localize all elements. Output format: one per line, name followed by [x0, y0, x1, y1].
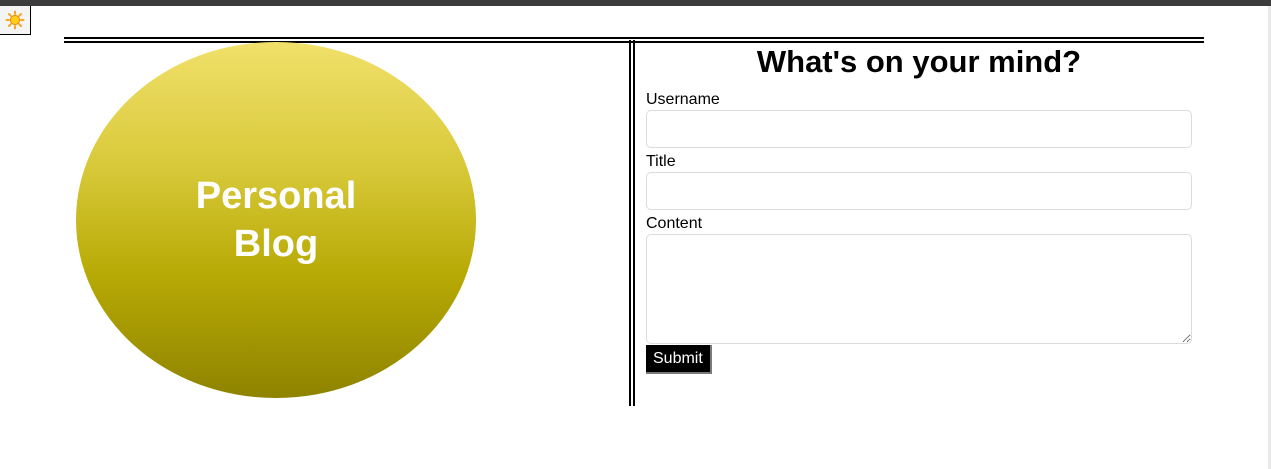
- title-input[interactable]: [646, 172, 1192, 210]
- sun-icon: [5, 10, 25, 30]
- content-label: Content: [646, 215, 703, 232]
- frame-divider: [629, 40, 635, 406]
- form-title: What's on your mind?: [756, 44, 1082, 79]
- theme-toggle-button[interactable]: [0, 6, 31, 35]
- blog-logo-line1: Personal: [195, 175, 357, 217]
- post-form: What's on your mind? Username Title Cont…: [646, 42, 1192, 374]
- title-label: Title: [646, 153, 676, 170]
- content-textarea[interactable]: [646, 234, 1192, 344]
- blog-logo-line2: Blog: [233, 223, 319, 265]
- username-label: Username: [646, 91, 720, 108]
- username-input[interactable]: [646, 110, 1192, 148]
- browser-top-bar: [0, 0, 1271, 6]
- blog-logo-text: Personal Blog: [191, 172, 361, 268]
- submit-button[interactable]: Submit: [646, 345, 712, 374]
- blog-logo: Personal Blog: [76, 42, 476, 398]
